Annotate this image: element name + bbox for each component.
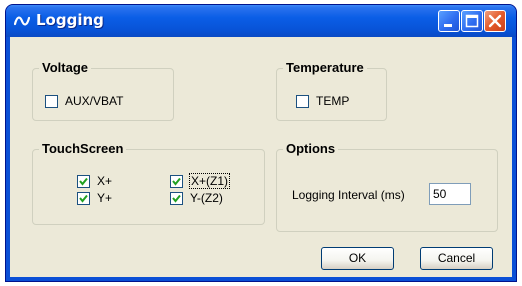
minimize-icon [444,24,452,27]
x-plus-checkbox[interactable] [77,174,90,188]
logging-dialog: Logging Voltage AUX/VBAT Temperature TEM… [6,5,516,281]
temp-checkbox[interactable] [296,94,309,108]
checkmark-icon [79,177,88,186]
temp-label: TEMP [316,94,350,108]
maximize-button[interactable] [461,10,483,32]
x-plus-label: X+ [97,174,113,188]
x-plus-z1-label: X+(Z1) [188,173,231,189]
minimize-button[interactable] [438,10,460,32]
temperature-group-title: Temperature [283,60,367,75]
close-button[interactable] [484,10,506,32]
logging-interval-label: Logging Interval (ms) [292,188,405,202]
x-plus-z1-checkbox-row[interactable]: X+(Z1) [170,173,231,189]
checkmark-icon [172,194,181,203]
temp-checkbox-row[interactable]: TEMP [296,94,349,108]
aux-vbat-checkbox[interactable] [45,94,58,108]
window-title: Logging [36,11,104,29]
options-group: Options Logging Interval (ms) 50 [276,141,498,232]
checkmark-icon [172,177,181,186]
options-group-title: Options [283,141,339,156]
y-plus-checkbox-row[interactable]: Y+ [77,191,112,205]
voltage-group: Voltage AUX/VBAT [32,60,174,121]
voltage-group-title: Voltage [39,60,91,75]
close-icon [488,14,502,28]
cancel-button[interactable]: Cancel [420,247,493,270]
y-plus-checkbox[interactable] [77,191,90,205]
temperature-group: Temperature TEMP [276,60,387,121]
y-minus-z2-checkbox[interactable] [170,191,183,205]
y-minus-z2-checkbox-row[interactable]: Y-(Z2) [170,191,223,205]
dialog-client-area: Voltage AUX/VBAT Temperature TEMP TouchS… [10,37,512,277]
aux-vbat-label: AUX/VBAT [65,94,124,108]
aux-vbat-checkbox-row[interactable]: AUX/VBAT [45,94,123,108]
y-plus-label: Y+ [97,191,113,205]
checkmark-icon [79,194,88,203]
ok-button[interactable]: OK [321,247,394,270]
x-plus-checkbox-row[interactable]: X+ [77,174,112,188]
touchscreen-group-title: TouchScreen [39,141,127,156]
app-waveform-icon [14,16,30,26]
logging-interval-input[interactable]: 50 [429,183,471,205]
title-bar[interactable]: Logging [6,5,516,37]
y-minus-z2-label: Y-(Z2) [190,191,223,205]
maximize-icon [465,14,479,28]
x-plus-z1-checkbox[interactable] [170,174,183,188]
touchscreen-group: TouchScreen X+ X+(Z1) Y+ Y-(Z2) [32,141,265,225]
